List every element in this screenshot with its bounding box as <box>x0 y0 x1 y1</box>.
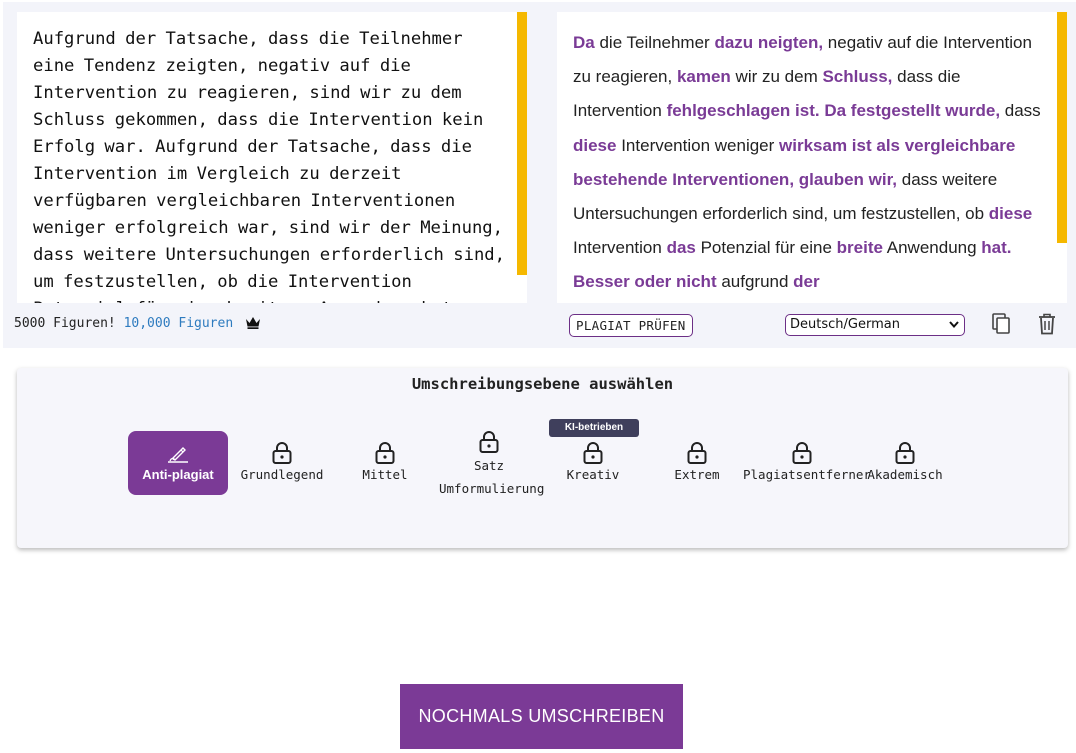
input-text[interactable]: Aufgrund der Tatsache, dass die Teilnehm… <box>33 26 508 303</box>
level-akademisch[interactable]: Akademisch <box>855 431 955 495</box>
character-count: 5000 Figuren! 10,000 Figuren <box>14 316 261 333</box>
unchanged-phrase: Potenzial für eine <box>695 238 837 258</box>
lock-icon <box>477 430 501 454</box>
level-satz-umformulierung[interactable]: Satz Umformulierung <box>439 430 545 500</box>
levels-title: Umschreibungsebene auswählen <box>411 375 674 393</box>
upgrade-count-link[interactable]: 10,000 Figuren <box>124 316 234 331</box>
level-label-line2: Umformulierung <box>439 481 545 496</box>
lock-icon <box>685 441 709 465</box>
unchanged-phrase: wir zu dem <box>730 67 823 87</box>
level-label: Mittel <box>362 467 408 482</box>
level-plagiatsentferner[interactable]: Plagiatsentferner <box>743 431 871 495</box>
level-kreativ[interactable]: Kreativ <box>543 431 643 495</box>
lock-icon <box>270 441 294 465</box>
chevron-down-icon <box>948 317 960 337</box>
changed-phrase[interactable]: breite <box>837 238 883 257</box>
copy-icon[interactable] <box>990 312 1012 336</box>
trash-icon[interactable] <box>1036 312 1058 336</box>
lock-icon <box>373 441 397 465</box>
changed-phrase[interactable]: der <box>793 272 819 291</box>
level-label-line1: Satz <box>473 458 505 473</box>
changed-phrase[interactable]: dazu neigten, <box>714 33 823 52</box>
changed-phrase[interactable]: diese <box>573 136 616 155</box>
language-select[interactable]: Deutsch/German <box>785 314 965 336</box>
output-text: Da die Teilnehmer dazu neigten, negativ … <box>573 26 1043 300</box>
unchanged-phrase: Intervention weniger <box>616 135 780 155</box>
level-label: Extrem <box>674 467 720 482</box>
unchanged-phrase: Anwendung <box>882 238 982 258</box>
pen-icon <box>166 441 190 465</box>
lock-icon <box>581 441 605 465</box>
input-panel[interactable]: Aufgrund der Tatsache, dass die Teilnehm… <box>17 12 527 303</box>
unchanged-phrase: aufgrund <box>716 272 794 292</box>
level-mittel[interactable]: Mittel <box>335 431 435 495</box>
changed-phrase[interactable]: das <box>667 238 696 257</box>
input-scrollbar[interactable] <box>517 12 527 275</box>
level-label: Kreativ <box>566 467 620 482</box>
crown-icon <box>245 316 261 333</box>
level-anti-plagiat[interactable]: Anti-plagiat <box>128 431 228 495</box>
rewrite-level-panel: Umschreibungsebene auswählen KI-betriebe… <box>17 368 1068 548</box>
changed-phrase[interactable]: Da <box>573 33 595 52</box>
changed-phrase[interactable]: fehlgeschlagen ist. Da festgestellt wurd… <box>667 101 1000 120</box>
level-label: Anti-plagiat <box>142 467 214 482</box>
level-label: Grundlegend <box>240 467 324 482</box>
unchanged-phrase: dass <box>1000 101 1041 121</box>
output-panel: Da die Teilnehmer dazu neigten, negativ … <box>557 12 1067 303</box>
count-text: 5000 Figuren! <box>14 316 116 331</box>
level-label: Plagiatsentferner <box>743 467 871 482</box>
editor-area: Aufgrund der Tatsache, dass die Teilnehm… <box>3 2 1076 348</box>
language-selected-value: Deutsch/German <box>790 317 900 332</box>
level-label: Akademisch <box>867 467 943 482</box>
unchanged-phrase: Intervention <box>573 238 667 258</box>
level-grundlegend[interactable]: Grundlegend <box>232 431 332 495</box>
unchanged-phrase: die Teilnehmer <box>594 33 715 52</box>
output-scrollbar[interactable] <box>1057 12 1067 243</box>
changed-phrase[interactable]: diese <box>989 204 1032 223</box>
level-extrem[interactable]: Extrem <box>647 431 747 495</box>
changed-phrase[interactable]: kamen <box>677 67 731 86</box>
changed-phrase[interactable]: Schluss, <box>822 67 892 86</box>
rewrite-again-button[interactable]: NOCHMALS UMSCHREIBEN <box>400 684 683 749</box>
lock-icon <box>893 441 917 465</box>
plagiarism-check-button[interactable]: PLAGIAT PRÜFEN <box>569 314 693 337</box>
lock-icon <box>790 441 814 465</box>
